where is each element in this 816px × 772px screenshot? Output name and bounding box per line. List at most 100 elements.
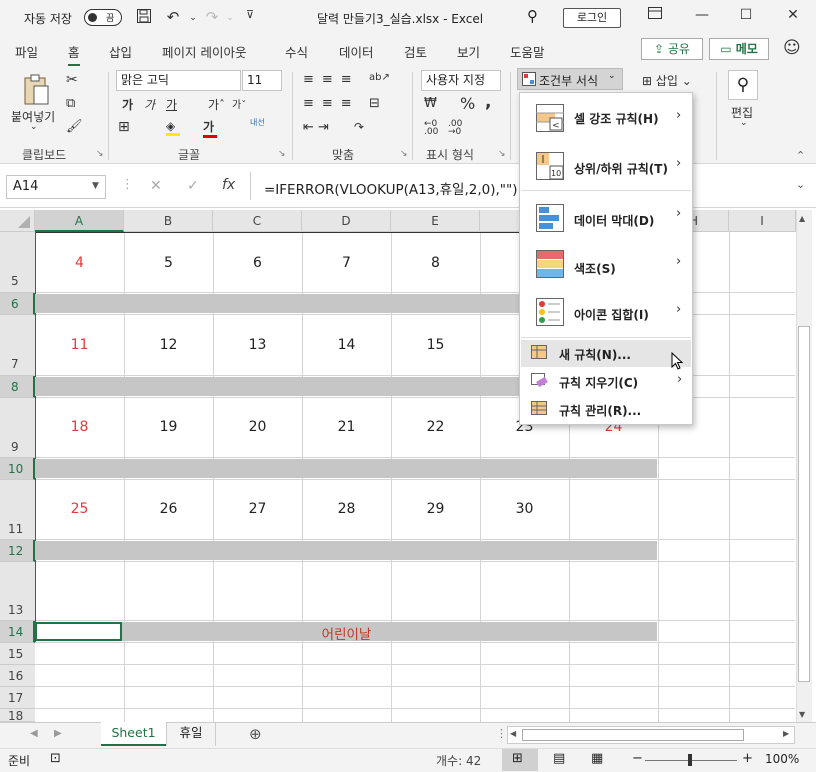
orientation-icon[interactable]: ab↗: [369, 72, 390, 83]
page-layout-view-icon[interactable]: ▤: [553, 751, 565, 766]
scroll-left-icon[interactable]: ◀: [510, 729, 516, 738]
column-header-e[interactable]: E: [391, 210, 480, 232]
menu-item-new-rule[interactable]: 새 규칙(N)...: [521, 340, 691, 367]
column-header-i[interactable]: I: [729, 210, 796, 232]
ribbon-display-icon[interactable]: [643, 7, 667, 23]
tab-file[interactable]: 파일: [15, 42, 38, 61]
next-sheet-icon[interactable]: ▶: [54, 728, 62, 739]
zoom-level[interactable]: 100%: [765, 752, 799, 766]
column-header-d[interactable]: D: [302, 210, 391, 232]
menu-item-icon-sets[interactable]: 아이콘 집합(I) ›: [520, 290, 692, 334]
horizontal-align-icons[interactable]: ≡≡≡: [303, 96, 360, 111]
row-header-17[interactable]: 17: [0, 687, 35, 709]
autosave-toggle[interactable]: 끔: [84, 9, 122, 26]
underline-button[interactable]: 가: [166, 96, 177, 113]
fill-color-icon[interactable]: ◈: [166, 119, 180, 136]
menu-item-top-bottom-rules[interactable]: 10 상위/하위 규칙(T) ›: [520, 144, 692, 188]
feedback-smiley-icon[interactable]: ☺: [783, 38, 801, 58]
menu-item-highlight-rules[interactable]: < 셀 강조 규칙(H) ›: [520, 96, 692, 140]
tab-page-layout[interactable]: 페이지 레이아웃: [162, 42, 246, 61]
minimize-icon[interactable]: —: [690, 7, 714, 23]
percent-icon[interactable]: %: [460, 94, 475, 113]
cell-e5[interactable]: 8: [391, 255, 480, 271]
cell-d9[interactable]: 21: [302, 419, 391, 435]
cell-a9[interactable]: 18: [35, 419, 124, 435]
row-header-11[interactable]: 11: [0, 480, 35, 540]
cell-c11[interactable]: 27: [213, 501, 302, 517]
clipboard-launcher-icon[interactable]: ↘: [96, 149, 104, 159]
format-painter-icon[interactable]: 🖌: [66, 119, 83, 134]
formula-input[interactable]: =IFERROR(VLOOKUP(A13,휴일,2,0),""): [264, 178, 517, 198]
wrap-icon[interactable]: ↷: [354, 120, 364, 134]
cell-b11[interactable]: 26: [124, 501, 213, 517]
cell-d5[interactable]: 7: [302, 255, 391, 271]
column-header-c[interactable]: C: [213, 210, 302, 232]
scroll-down-icon[interactable]: ▼: [799, 710, 805, 719]
scrollbar-thumb[interactable]: [798, 326, 810, 682]
hscroll-thumb[interactable]: [522, 729, 744, 741]
tab-help[interactable]: 도움말: [510, 42, 545, 61]
collapse-ribbon-icon[interactable]: ⌃: [796, 149, 805, 162]
row-header-10[interactable]: 10: [0, 458, 35, 480]
cell-a5[interactable]: 4: [35, 255, 124, 271]
close-icon[interactable]: ✕: [781, 7, 805, 23]
row-header-8[interactable]: 8: [0, 376, 35, 398]
tab-review[interactable]: 검토: [404, 42, 427, 61]
row-header-12[interactable]: 12: [0, 540, 35, 562]
alignment-launcher-icon[interactable]: ↘: [400, 149, 408, 159]
indent-icons[interactable]: ⇤ ⇥: [303, 120, 329, 135]
save-icon[interactable]: [134, 8, 154, 28]
number-launcher-icon[interactable]: ↘: [498, 149, 506, 159]
row-header-15[interactable]: 15: [0, 643, 35, 665]
paste-dropdown-icon[interactable]: ⌄: [30, 122, 38, 132]
copy-icon[interactable]: ⧉: [66, 96, 75, 111]
name-box-dropdown-icon[interactable]: ▼: [92, 181, 99, 191]
cell-c5[interactable]: 6: [213, 255, 302, 271]
italic-button[interactable]: 가: [144, 96, 155, 113]
row-header-5[interactable]: 5: [0, 232, 35, 293]
tab-data[interactable]: 데이터: [339, 42, 374, 61]
cell-e11[interactable]: 29: [391, 501, 480, 517]
zoom-out-icon[interactable]: −: [632, 751, 643, 766]
cell-e7[interactable]: 15: [391, 337, 480, 353]
number-format-dropdown[interactable]: 사용자 지정: [421, 70, 501, 91]
decrease-font-button[interactable]: 가ˇ: [232, 96, 246, 111]
active-cell-a14[interactable]: [35, 622, 122, 641]
paste-icon[interactable]: [22, 74, 50, 109]
cancel-icon[interactable]: ✕: [150, 178, 162, 194]
name-box[interactable]: A14: [6, 175, 106, 199]
increase-decimal-icon[interactable]: ←0.00: [424, 120, 438, 137]
sheet-tab-holidays[interactable]: 휴일: [166, 722, 216, 746]
zoom-slider-thumb[interactable]: [688, 754, 692, 766]
cell-c7[interactable]: 13: [213, 337, 302, 353]
phonetic-icon[interactable]: 내선: [250, 117, 265, 128]
menu-item-clear-rules[interactable]: 규칙 지우기(C) ›: [521, 369, 691, 395]
row-header-13[interactable]: 13: [0, 562, 35, 621]
font-color-icon[interactable]: 가: [203, 118, 217, 138]
cell-e9[interactable]: 22: [391, 419, 480, 435]
insert-function-icon[interactable]: fx: [222, 177, 235, 193]
maximize-icon[interactable]: ☐: [734, 7, 758, 23]
row-header-14[interactable]: 14: [0, 621, 35, 643]
menu-item-color-scales[interactable]: 색조(S) ›: [520, 242, 692, 286]
find-search-icon[interactable]: ⚲: [728, 70, 758, 100]
cell-c9[interactable]: 20: [213, 419, 302, 435]
currency-icon[interactable]: ₩: [424, 96, 437, 111]
cut-icon[interactable]: ✂: [66, 72, 78, 88]
redo-dropdown-icon[interactable]: ⌄: [220, 13, 240, 23]
cell-d7[interactable]: 14: [302, 337, 391, 353]
menu-item-data-bars[interactable]: 데이터 막대(D) ›: [520, 194, 692, 238]
redo-icon[interactable]: ↷: [202, 8, 222, 26]
search-icon[interactable]: ⚲: [527, 7, 538, 25]
prev-sheet-icon[interactable]: ◀: [30, 728, 38, 739]
vertical-align-icons[interactable]: ≡≡≡: [303, 72, 360, 87]
column-header-b[interactable]: B: [124, 210, 213, 232]
cell-d14[interactable]: 어린이날: [302, 623, 391, 643]
undo-icon[interactable]: ↶: [163, 8, 183, 26]
share-button[interactable]: ⇪ 공유: [641, 38, 703, 60]
insert-cells-button[interactable]: ⊞ 삽입 ⌄: [642, 72, 692, 89]
scroll-right-icon[interactable]: ▶: [783, 729, 789, 738]
row-header-16[interactable]: 16: [0, 665, 35, 687]
font-size-dropdown[interactable]: 11: [242, 70, 282, 91]
add-sheet-icon[interactable]: ⊕: [249, 725, 262, 743]
